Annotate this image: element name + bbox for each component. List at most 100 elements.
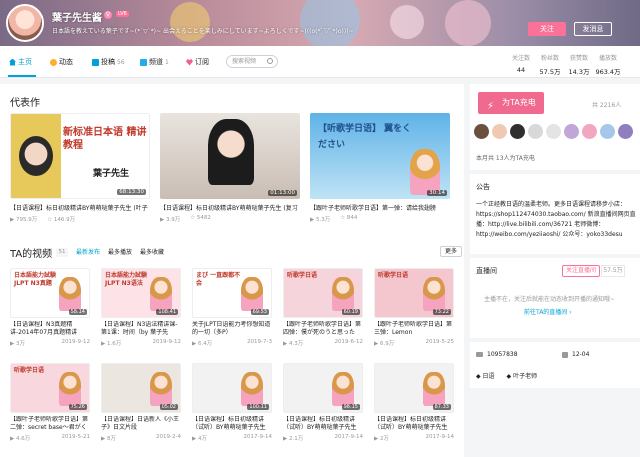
tab-upload[interactable]: 投稿 56 xyxy=(92,57,125,67)
fav-count-value: 844 xyxy=(346,215,358,221)
charge-total: 共 2216人 xyxy=(592,102,622,109)
tab-channel-count: 1 xyxy=(165,58,169,66)
video-title[interactable]: 【日语课程】标日初级精讲（试听）BY萌萌哒葉子先生 xyxy=(192,416,272,432)
video-card[interactable]: 100:11 【日语课程】标日初级精讲（试听）BY萌萌哒葉子先生 ▶ 4万 2017-… xyxy=(192,363,272,442)
video-title[interactable]: 【日语课程】标日初级精讲BY萌萌哒葉子先生 (叶子 xyxy=(10,203,150,212)
video-card[interactable]: 日本語能力試験 JLPT N3语法 108:41 【日语课程】N3语法精讲课-第1课… xyxy=(101,268,181,347)
tab-home[interactable]: 主页 xyxy=(9,57,32,67)
play-count-value: 5.3万 xyxy=(315,217,331,223)
video-thumbnail[interactable]: まび 一直跟都不会 69:53 xyxy=(192,268,272,318)
video-card[interactable]: まび 一直跟都不会 69:53 关于JLPT日语能力考你想知道的一切（多P） ▶ 6.… xyxy=(192,268,272,347)
video-title[interactable]: 关于JLPT日语能力考你想知道的一切（多P） xyxy=(192,321,272,337)
video-thumbnail[interactable]: 05:02 xyxy=(101,363,181,413)
more-videos-button[interactable]: 更多 xyxy=(440,246,462,257)
play-count-value: 795.9万 xyxy=(15,217,38,223)
video-duration: 05:02 xyxy=(159,404,178,410)
more-label: 更多 xyxy=(444,248,457,255)
video-thumbnail[interactable]: 听歌学日语 75:26 xyxy=(10,363,90,413)
video-title[interactable]: 【日语课程】N3真题精讲-2014年07月真题精讲（by xyxy=(10,321,90,337)
video-duration: 87:33 xyxy=(432,404,451,410)
user-stats: 关注数 44 粉丝数 57.5万 获赞数 14.3万 播放数 963.4万 xyxy=(505,53,621,76)
video-thumbnail[interactable]: 01:13:00 xyxy=(160,113,300,199)
tag-item[interactable]: ◆ 日语 xyxy=(476,371,495,380)
video-card[interactable]: 87:33 【日语课程】标日初级精讲（试听）BY萌萌哒葉子先生 ▶ 2万 2017-9… xyxy=(374,363,454,442)
play-count: ▶ 2万 xyxy=(374,436,389,442)
video-duration: 30:14 xyxy=(427,190,447,196)
tab-subscribe[interactable]: 订阅 xyxy=(186,57,209,67)
video-thumbnail[interactable]: 100:11 xyxy=(192,363,272,413)
charge-month: 本月共 13人为TA充电 xyxy=(476,155,535,162)
stat-fans[interactable]: 粉丝数 57.5万 xyxy=(537,53,563,76)
video-thumbnail[interactable]: 听歌学日语 60:19 xyxy=(283,268,363,318)
upload-date: 2017-9-14 xyxy=(425,434,454,440)
video-search-input[interactable]: 搜索视频 xyxy=(226,55,278,68)
fan-avatar[interactable] xyxy=(528,124,543,139)
charge-button[interactable]: ⚡ 为TA充电 xyxy=(478,92,544,114)
play-count: ▶ 4.6万 xyxy=(10,436,31,442)
video-thumbnail[interactable]: 日本語能力試験 JLPT N3真題 58:14 xyxy=(10,268,90,318)
tab-feed-label: 动态 xyxy=(59,58,73,66)
fan-avatar[interactable] xyxy=(510,124,525,139)
stat-following[interactable]: 关注数 44 xyxy=(508,53,534,76)
video-sort-tabs: 最新发布 最多播放 最多收藏 xyxy=(76,247,164,256)
play-count: ▶ 8万 xyxy=(101,436,116,442)
sort-tab-most-fav[interactable]: 最多收藏 xyxy=(140,247,164,256)
tab-channel[interactable]: 频道 1 xyxy=(140,57,169,67)
video-thumbnail[interactable]: 98:15 xyxy=(283,363,363,413)
featured-video-card[interactable]: 01:13:00 【日语课程】标日初级精讲BY萌萌哒葉子先生 (复习 ▶ 3.9… xyxy=(160,113,300,223)
fav-count-value: 5482 xyxy=(196,215,211,221)
message-button[interactable]: 发消息 xyxy=(574,22,612,36)
video-title[interactable]: 【日语课程】日语新人《小王子》日文片段 xyxy=(101,416,181,432)
video-title[interactable]: 【跟叶子老师听歌学日语】第二弹：secret base～君がく xyxy=(10,416,90,432)
sort-tab-most-played[interactable]: 最多播放 xyxy=(108,247,132,256)
video-card[interactable]: 05:02 【日语课程】日语新人《小王子》日文片段 ▶ 8万 2019-2-4 xyxy=(101,363,181,442)
sort-tab-latest[interactable]: 最新发布 xyxy=(76,247,100,256)
video-title[interactable]: 【跟叶子老师听歌学日语】第三弹：Lemon xyxy=(374,321,454,337)
thumb-figure xyxy=(59,277,81,311)
video-title[interactable]: 【跟叶子老师听歌学日语】第一弹：请给我翅膀 xyxy=(310,203,450,212)
video-title[interactable]: 【跟叶子老师听歌学日语】第四弹：僕が死のうと思った xyxy=(283,321,363,337)
avatar[interactable] xyxy=(6,4,44,42)
video-title[interactable]: 【日语课程】标日初级精讲（试听）BY萌萌哒葉子先生 xyxy=(374,416,454,432)
fan-avatar[interactable] xyxy=(618,124,633,139)
thumb-text: 听歌学日语 xyxy=(378,272,409,279)
fan-avatar[interactable] xyxy=(546,124,561,139)
video-thumbnail[interactable]: 87:33 xyxy=(374,363,454,413)
fan-avatar[interactable] xyxy=(492,124,507,139)
fan-avatar[interactable] xyxy=(582,124,597,139)
banner-decoration xyxy=(170,2,210,42)
video-thumbnail[interactable]: 日本語能力試験 JLPT N3语法 108:41 xyxy=(101,268,181,318)
play-count: ▶ 5.3万 xyxy=(310,217,331,223)
feed-icon xyxy=(50,58,57,66)
play-count-value: 6.9万 xyxy=(379,341,395,347)
thumb-text: 新标准日本语 精讲教程 xyxy=(63,127,147,151)
play-count-value: 4万 xyxy=(197,436,207,442)
follow-live-button[interactable]: 关注直播间 xyxy=(562,265,600,277)
video-title[interactable]: 【日语课程】标日初级精讲BY萌萌哒葉子先生 (复习 xyxy=(160,203,300,212)
video-card[interactable]: 听歌学日语 60:19 【跟叶子老师听歌学日语】第四弹：僕が死のうと思った ▶ 4.3… xyxy=(283,268,363,347)
video-thumbnail[interactable]: 听歌学日语 73:22 xyxy=(374,268,454,318)
fan-avatar[interactable] xyxy=(600,124,615,139)
video-title[interactable]: 【日语课程】标日初级精讲（试听）BY萌萌哒葉子先生 xyxy=(283,416,363,432)
video-title[interactable]: 【日语课程】N3语法精讲课-第1课：时间（by 葉子先 xyxy=(101,321,181,337)
video-thumbnail[interactable]: 新标准日本语 精讲教程 葉子先生 68:13:30 xyxy=(10,113,150,199)
thumb-figure xyxy=(241,372,263,406)
featured-video-card[interactable]: 新标准日本语 精讲教程 葉子先生 68:13:30 【日语课程】标日初级精讲BY… xyxy=(10,113,150,223)
video-thumbnail[interactable]: 【听歌学日语】 翼をください 30:14 xyxy=(310,113,450,199)
video-card[interactable]: 听歌学日语 73:22 【跟叶子老师听歌学日语】第三弹：Lemon ▶ 6.9万 201… xyxy=(374,268,454,347)
video-card[interactable]: 日本語能力試験 JLPT N3真題 58:14 【日语课程】N3真题精讲-2014年… xyxy=(10,268,90,347)
main-content: 代表作 新标准日本语 精讲教程 葉子先生 68:13:30 【日语课程】标日初级… xyxy=(0,84,464,457)
follow-button[interactable]: 关注 xyxy=(528,22,566,36)
tab-upload-label: 投稿 xyxy=(101,58,115,66)
fan-avatar[interactable] xyxy=(564,124,579,139)
featured-video-card[interactable]: 【听歌学日语】 翼をください 30:14 【跟叶子老师听歌学日语】第一弹：请给我… xyxy=(310,113,450,223)
go-live-room-link[interactable]: 前往TA的直播间 › xyxy=(524,307,572,316)
tag-item[interactable]: ◆ 叶子老师 xyxy=(507,371,538,380)
fan-avatar[interactable] xyxy=(474,124,489,139)
search-icon[interactable] xyxy=(267,58,273,64)
video-card[interactable]: 98:15 【日语课程】标日初级精讲（试听）BY萌萌哒葉子先生 ▶ 2.1万 2017… xyxy=(283,363,363,442)
video-card[interactable]: 听歌学日语 75:26 【跟叶子老师听歌学日语】第二弹：secret base～君が… xyxy=(10,363,90,442)
tab-feed[interactable]: 动态 xyxy=(50,57,73,67)
video-duration: 69:53 xyxy=(250,309,269,315)
play-count: ▶ 3.9万 xyxy=(160,217,181,223)
